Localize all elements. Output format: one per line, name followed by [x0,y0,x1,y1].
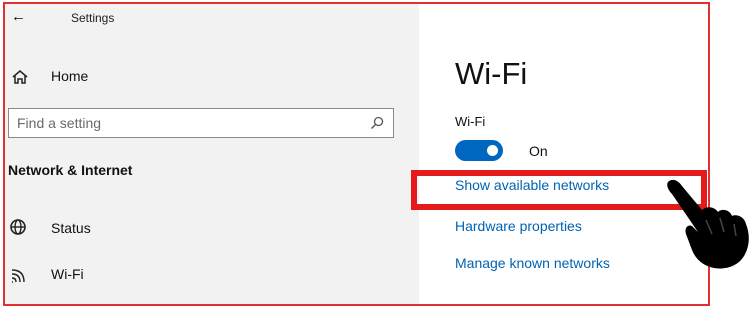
sidebar-item-wifi[interactable]: Wi-Fi [51,266,84,282]
settings-window: ← Settings Home Find a setting Network &… [3,2,710,306]
wifi-toggle-label: Wi-Fi [455,114,486,129]
wifi-toggle-state: On [529,143,548,159]
search-placeholder: Find a setting [17,115,102,131]
wifi-icon [11,269,25,283]
home-icon [12,70,28,84]
wifi-toggle[interactable] [455,140,503,161]
sidebar: ← Settings Home Find a setting Network &… [5,4,419,304]
toggle-knob [487,145,498,156]
search-icon[interactable] [369,115,385,131]
sidebar-item-status[interactable]: Status [51,220,91,236]
window-title: Settings [71,11,115,25]
hardware-properties-link[interactable]: Hardware properties [455,218,582,234]
back-arrow-icon[interactable]: ← [11,8,26,25]
section-heading: Network & Internet [8,162,133,178]
pointing-hand-icon [667,179,749,269]
sidebar-item-home[interactable]: Home [51,68,88,84]
manage-known-networks-link[interactable]: Manage known networks [455,255,610,271]
page-title: Wi-Fi [455,56,528,91]
search-input[interactable]: Find a setting [8,108,394,138]
globe-status-icon [10,219,26,235]
